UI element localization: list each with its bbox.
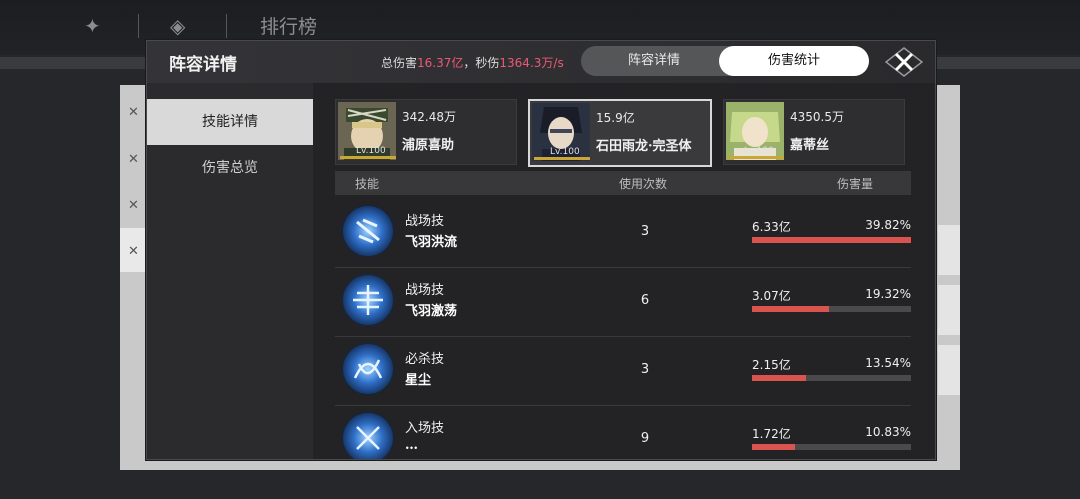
- bg-separator: [138, 14, 139, 38]
- bg-close-icon: ✕: [128, 198, 139, 213]
- character-portrait: Lv.100: [726, 102, 784, 160]
- table-row: 入场技 … 9 1.72亿 10.83%: [335, 406, 911, 459]
- damage-bar-fill: [752, 444, 796, 450]
- character-card[interactable]: Lv.100 4350.5万 嘉蒂丝: [723, 99, 905, 165]
- dialog-header: 阵容详情 总伤害16.37亿，秒伤1364.3万/s 阵容详情 伤害统计: [147, 41, 935, 83]
- tab-damage-stats[interactable]: 伤害统计: [719, 46, 869, 76]
- total-damage-value: 16.37亿: [417, 56, 464, 70]
- bg-diamond-icon: ◈: [170, 14, 186, 38]
- damage-bar: [752, 306, 911, 312]
- skill-damage-percent: 39.82%: [865, 218, 911, 232]
- close-icon: [884, 47, 924, 77]
- content-area: Lv.100 342.48万 浦原喜助 Lv.100 15.9亿 石田雨龙·完圣…: [313, 83, 935, 459]
- side-item-damage-overview[interactable]: 伤害总览: [147, 145, 313, 191]
- table-row: 战场技 飞羽洪流 3 6.33亿 39.82%: [335, 199, 911, 268]
- skill-icon: [343, 344, 393, 394]
- level-bar: [340, 156, 396, 159]
- damage-bar: [752, 375, 911, 381]
- skill-type: 入场技: [405, 421, 445, 436]
- skill-icon: [343, 413, 393, 459]
- skill-icon: [343, 206, 393, 256]
- skill-damage: 2.15亿: [752, 358, 791, 372]
- tab-switcher: 阵容详情 伤害统计: [581, 46, 869, 76]
- skill-use-count: 6: [640, 293, 650, 308]
- skill-damage-percent: 13.54%: [865, 356, 911, 370]
- dps-label: 秒伤: [475, 56, 500, 70]
- damage-bar-fill: [752, 375, 807, 381]
- skill-damage: 6.33亿: [752, 220, 791, 234]
- character-card[interactable]: Lv.100 342.48万 浦原喜助: [335, 99, 517, 165]
- skill-use-count: 3: [640, 224, 650, 239]
- level-label: Lv.100: [550, 147, 580, 157]
- dialog-title: 阵容详情: [169, 55, 237, 75]
- table-row: 战场技 飞羽激荡 6 3.07亿 19.32%: [335, 268, 911, 337]
- level-bar: [728, 156, 784, 159]
- bg-strip: [938, 285, 960, 335]
- skill-name: 飞羽激荡: [405, 304, 458, 319]
- skill-table: 战场技 飞羽洪流 3 6.33亿 39.82% 战场技 飞羽激荡 6 3.07亿…: [335, 199, 911, 459]
- table-header: 技能 使用次数 伤害量: [335, 171, 911, 195]
- character-card-selected[interactable]: Lv.100 15.9亿 石田雨龙·完圣体: [528, 99, 712, 167]
- bg-strip: [938, 345, 960, 395]
- character-name: 嘉蒂丝: [790, 138, 830, 153]
- total-damage-label: 总伤害: [381, 56, 418, 70]
- skill-damage-percent: 19.32%: [865, 287, 911, 301]
- header-damage: 伤害量: [837, 177, 874, 191]
- level-label: Lv.100: [744, 146, 774, 156]
- skill-damage-percent: 10.83%: [865, 425, 911, 439]
- bg-strip: [938, 225, 960, 275]
- side-menu: 技能详情 伤害总览: [147, 99, 313, 459]
- close-button[interactable]: [884, 47, 924, 77]
- character-name: 石田雨龙·完圣体: [596, 139, 692, 154]
- bg-page-title: 排行榜: [260, 16, 318, 38]
- character-damage: 4350.5万: [790, 110, 844, 124]
- damage-bar-fill: [752, 237, 911, 243]
- character-portrait: Lv.100: [338, 102, 396, 160]
- character-name: 浦原喜助: [402, 138, 455, 153]
- skill-type: 战场技: [405, 283, 445, 298]
- level-bar: [534, 157, 590, 160]
- skill-damage: 1.72亿: [752, 427, 791, 441]
- skill-use-count: 9: [640, 431, 650, 446]
- bg-close-icon: ✕: [128, 152, 139, 167]
- header-uses: 使用次数: [619, 177, 668, 191]
- summary-separator: ，: [463, 56, 476, 70]
- skill-name: 飞羽洪流: [405, 235, 458, 250]
- table-row: 必杀技 星尘 3 2.15亿 13.54%: [335, 337, 911, 406]
- dps-value: 1364.3万/s: [499, 56, 564, 70]
- character-damage: 342.48万: [402, 110, 456, 124]
- damage-bar: [752, 237, 911, 243]
- character-portrait: Lv.100: [532, 103, 590, 161]
- lineup-detail-dialog: 阵容详情 总伤害16.37亿，秒伤1364.3万/s 阵容详情 伤害统计 技能详…: [146, 40, 936, 460]
- header-skill: 技能: [355, 177, 380, 191]
- bg-logo-icon: ✦: [84, 14, 101, 38]
- skill-name: 星尘: [405, 373, 432, 388]
- damage-summary: 总伤害16.37亿，秒伤1364.3万/s: [381, 54, 564, 71]
- damage-bar: [752, 444, 911, 450]
- character-list: Lv.100 342.48万 浦原喜助 Lv.100 15.9亿 石田雨龙·完圣…: [335, 99, 911, 167]
- bg-close-icon: ✕: [128, 244, 139, 259]
- skill-type: 战场技: [405, 214, 445, 229]
- skill-damage: 3.07亿: [752, 289, 791, 303]
- skill-name: …: [405, 438, 418, 453]
- tab-lineup-detail[interactable]: 阵容详情: [581, 46, 727, 76]
- side-item-skill-detail[interactable]: 技能详情: [147, 99, 313, 145]
- bg-separator: [226, 14, 227, 38]
- skill-icon: [343, 275, 393, 325]
- damage-bar-fill: [752, 306, 830, 312]
- skill-type: 必杀技: [405, 352, 445, 367]
- skill-use-count: 3: [640, 362, 650, 377]
- level-label: Lv.100: [356, 146, 386, 156]
- character-damage: 15.9亿: [596, 111, 635, 125]
- bg-close-icon: ✕: [128, 105, 139, 120]
